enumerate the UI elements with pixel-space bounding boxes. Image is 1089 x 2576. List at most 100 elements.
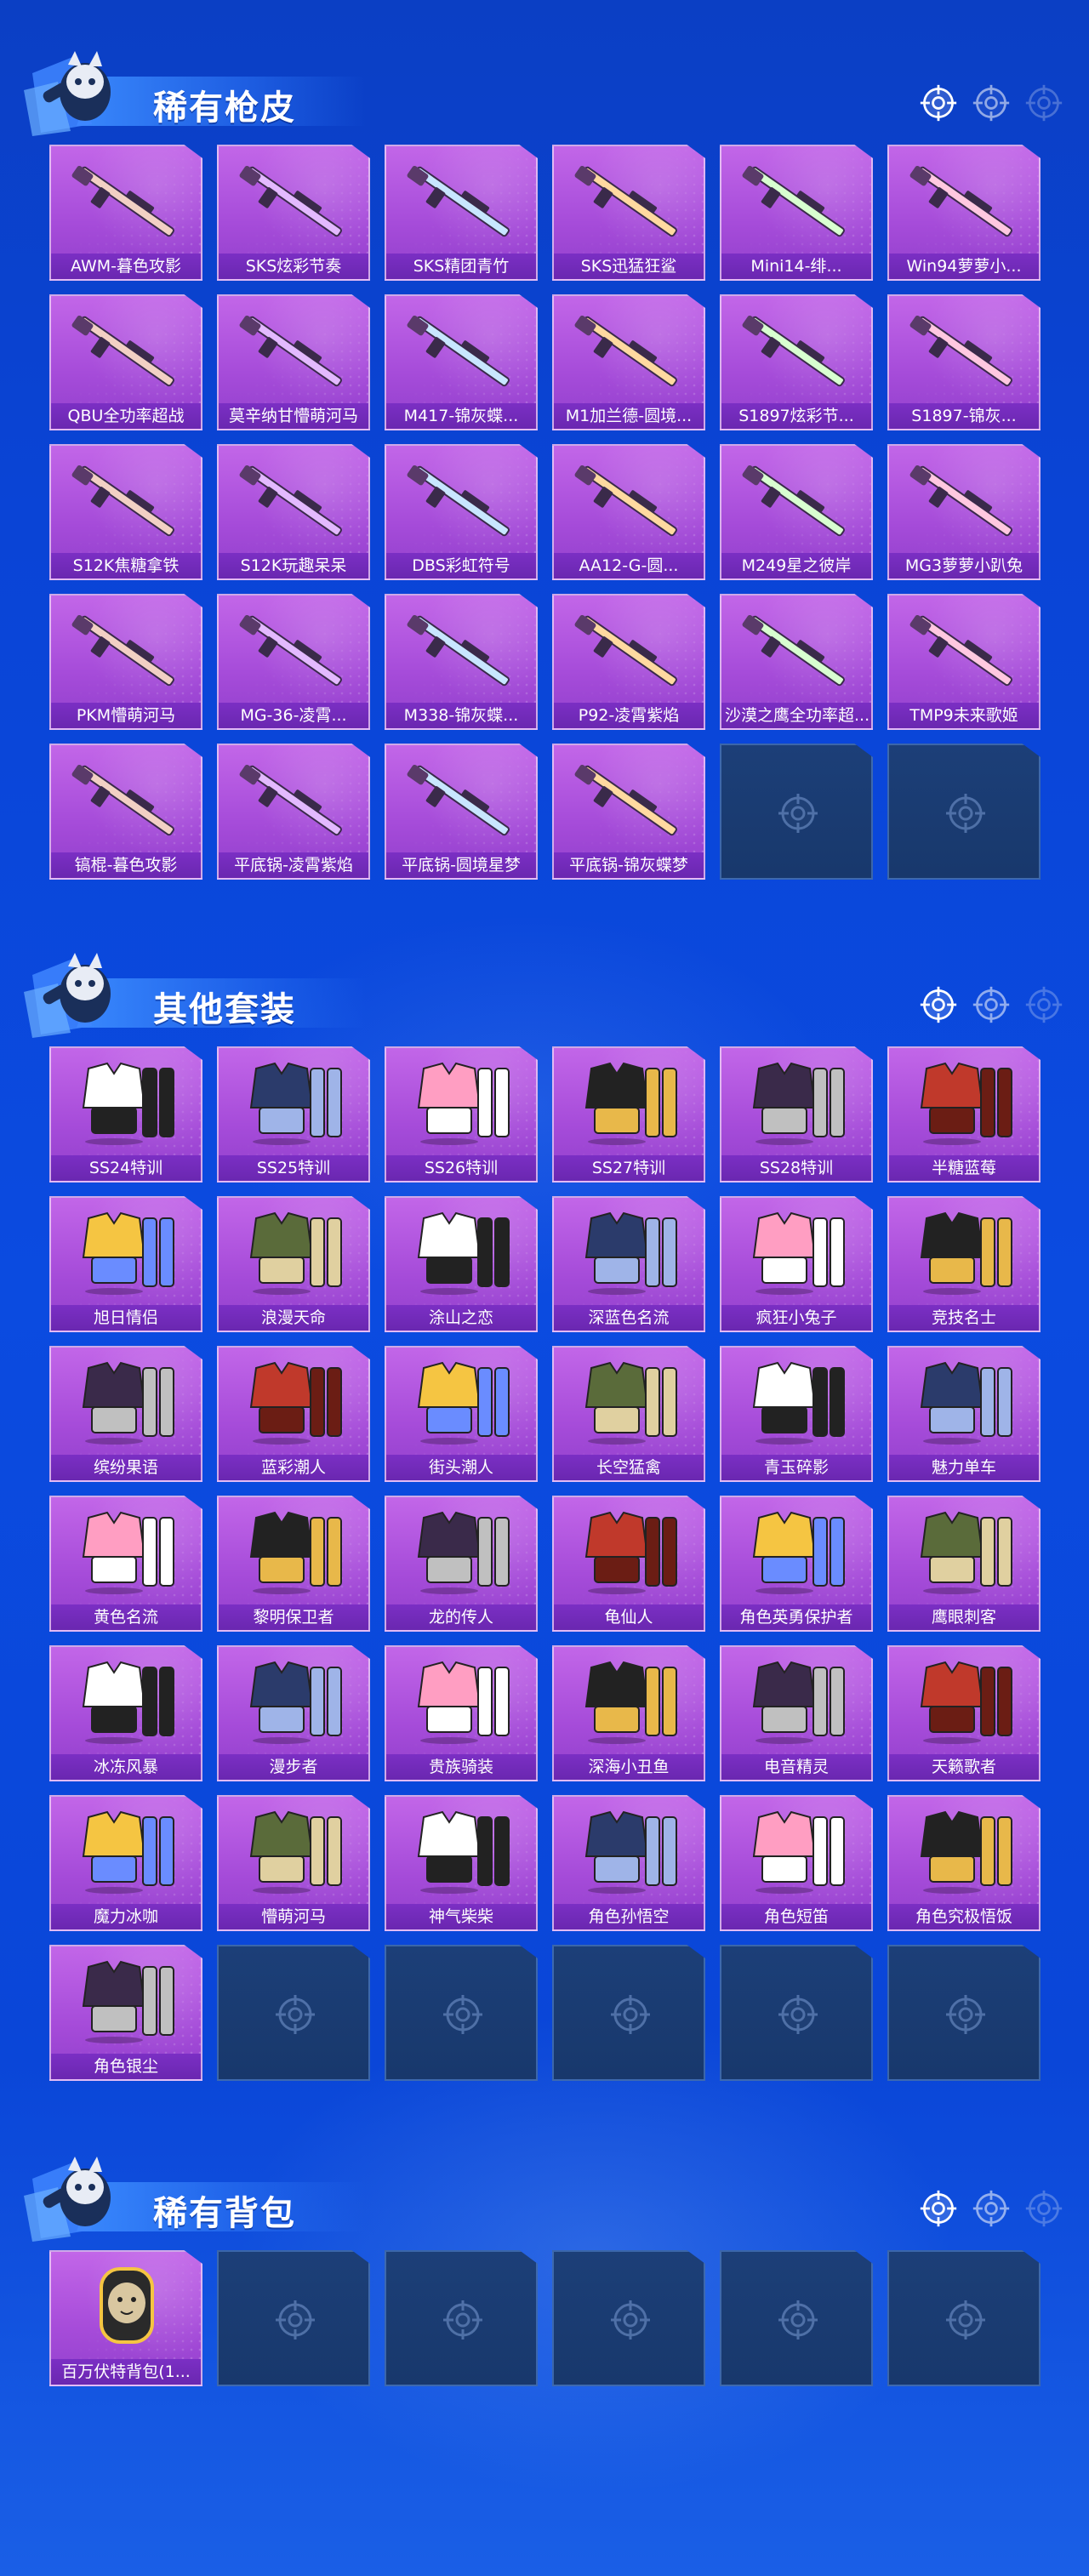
item-tile[interactable]: 贵族骑装 <box>385 1645 538 1781</box>
item-tile[interactable]: 黄色名流 <box>49 1496 202 1632</box>
item-tile[interactable]: SKS炫彩节奏 <box>217 145 370 281</box>
weapon-skin-image <box>63 454 191 548</box>
item-label: 深蓝色名流 <box>554 1305 704 1331</box>
crosshair-icon <box>919 985 958 1024</box>
item-tile[interactable]: 黎明保卫者 <box>217 1496 370 1632</box>
outfit-image <box>566 1057 693 1150</box>
item-tile[interactable]: P92-凌霄紫焰 <box>552 594 705 730</box>
item-tile[interactable]: 平底锅-圆境星梦 <box>385 744 538 880</box>
item-tile[interactable]: 龟仙人 <box>552 1496 705 1632</box>
item-tile[interactable]: 角色短笛 <box>720 1795 873 1931</box>
item-tile[interactable]: 半糖蓝莓 <box>887 1046 1041 1183</box>
item-tile[interactable]: SS27特训 <box>552 1046 705 1183</box>
item-tile[interactable]: 漫步者 <box>217 1645 370 1781</box>
item-tile[interactable]: TMP9未来歌姬 <box>887 594 1041 730</box>
item-tile[interactable]: Mini14-绯... <box>720 145 873 281</box>
item-tile[interactable]: S12K焦糖拿铁 <box>49 444 202 580</box>
item-tile[interactable]: 深海小丑鱼 <box>552 1645 705 1781</box>
item-tile[interactable]: 角色英勇保护者 <box>720 1496 873 1632</box>
item-label: 深海小丑鱼 <box>554 1754 704 1780</box>
item-tile[interactable]: M249星之彼岸 <box>720 444 873 580</box>
item-tile[interactable]: 竞技名士 <box>887 1196 1041 1332</box>
item-tile[interactable]: 长空猛禽 <box>552 1346 705 1482</box>
item-tile[interactable]: 神气柴柴 <box>385 1795 538 1931</box>
item-tile[interactable]: 平底锅-锦灰蝶梦 <box>552 744 705 880</box>
item-tile[interactable]: 魔力冰咖 <box>49 1795 202 1931</box>
item-tile[interactable]: 镐棍-暮色攻影 <box>49 744 202 880</box>
item-tile[interactable]: SKS精团青竹 <box>385 145 538 281</box>
item-tile[interactable]: 涂山之恋 <box>385 1196 538 1332</box>
item-tile[interactable]: 懵萌河马 <box>217 1795 370 1931</box>
item-tile[interactable]: MG3萝萝小趴兔 <box>887 444 1041 580</box>
item-tile[interactable]: M417-锦灰蝶... <box>385 294 538 430</box>
item-label: MG3萝萝小趴兔 <box>889 553 1039 578</box>
item-tile[interactable]: Win94萝萝小... <box>887 145 1041 281</box>
item-tile[interactable]: SKS迅猛狂鲨 <box>552 145 705 281</box>
outfit-image <box>566 1805 693 1899</box>
item-label: 沙漠之鹰全功率超... <box>721 703 871 728</box>
item-tile[interactable]: 浪漫天命 <box>217 1196 370 1332</box>
item-label: SS28特训 <box>721 1155 871 1181</box>
item-tile[interactable]: MG-36-凌霄... <box>217 594 370 730</box>
mascot-icon <box>24 2153 151 2245</box>
item-tile[interactable]: S12K玩趣呆呆 <box>217 444 370 580</box>
item-tile[interactable]: 角色孙悟空 <box>552 1795 705 1931</box>
outfit-image <box>566 1656 693 1749</box>
item-label: M1加兰德-圆境... <box>554 403 704 429</box>
section-header: 稀有背包 <box>0 2148 1089 2250</box>
item-tile[interactable]: 冰冻风暴 <box>49 1645 202 1781</box>
item-tile[interactable]: 电音精灵 <box>720 1645 873 1781</box>
item-label: 莫辛纳甘懵萌河马 <box>219 403 368 429</box>
item-tile[interactable]: SS25特训 <box>217 1046 370 1183</box>
item-tile[interactable]: M338-锦灰蝶... <box>385 594 538 730</box>
item-tile[interactable]: 百万伏特背包(1... <box>49 2250 202 2386</box>
item-label: SKS炫彩节奏 <box>219 254 368 279</box>
item-tile[interactable]: S1897-锦灰... <box>887 294 1041 430</box>
weapon-skin-image <box>398 454 526 548</box>
item-tile[interactable]: QBU全功率超战 <box>49 294 202 430</box>
outfit-image <box>733 1356 861 1450</box>
item-label: 贵族骑装 <box>386 1754 536 1780</box>
item-tile[interactable]: SS28特训 <box>720 1046 873 1183</box>
item-tile[interactable]: SS26特训 <box>385 1046 538 1183</box>
crosshair-icon <box>777 792 819 835</box>
item-label: 角色银尘 <box>51 2054 201 2079</box>
item-tile[interactable]: SS24特训 <box>49 1046 202 1183</box>
item-tile[interactable]: 角色银尘 <box>49 1945 202 2081</box>
crosshair-icon <box>944 1993 987 2036</box>
item-tile[interactable]: 街头潮人 <box>385 1346 538 1482</box>
item-tile[interactable]: 鹰眼刺客 <box>887 1496 1041 1632</box>
item-tile[interactable]: PKM懵萌河马 <box>49 594 202 730</box>
item-tile[interactable]: 疯狂小兔子 <box>720 1196 873 1332</box>
item-label: Mini14-绯... <box>721 254 871 279</box>
item-tile[interactable]: 沙漠之鹰全功率超... <box>720 594 873 730</box>
item-tile[interactable]: 蓝彩潮人 <box>217 1346 370 1482</box>
item-tile[interactable]: 深蓝色名流 <box>552 1196 705 1332</box>
item-label: 缤纷果语 <box>51 1455 201 1480</box>
crosshair-icon <box>1024 985 1063 1024</box>
item-tile[interactable]: 旭日情侣 <box>49 1196 202 1332</box>
crosshair-icon <box>274 1993 316 2036</box>
crosshair-icon <box>777 2299 819 2341</box>
weapon-skin-image <box>63 155 191 248</box>
item-tile[interactable]: DBS彩虹符号 <box>385 444 538 580</box>
item-label: QBU全功率超战 <box>51 403 201 429</box>
item-tile[interactable]: S1897炫彩节... <box>720 294 873 430</box>
item-tile[interactable]: 天籁歌者 <box>887 1645 1041 1781</box>
item-tile[interactable]: 龙的传人 <box>385 1496 538 1632</box>
item-tile[interactable]: AWM-暮色攻影 <box>49 145 202 281</box>
item-tile[interactable]: 莫辛纳甘懵萌河马 <box>217 294 370 430</box>
item-tile[interactable]: 魅力单车 <box>887 1346 1041 1482</box>
empty-slot <box>385 2250 538 2386</box>
item-tile[interactable]: AA12-G-圆... <box>552 444 705 580</box>
item-tile[interactable]: 平底锅-凌霄紫焰 <box>217 744 370 880</box>
outfit-image <box>231 1206 358 1300</box>
weapon-skin-image <box>566 155 693 248</box>
item-tile[interactable]: 青玉碎影 <box>720 1346 873 1482</box>
item-label: 疯狂小兔子 <box>721 1305 871 1331</box>
crosshair-icon <box>274 2299 316 2341</box>
outfit-image <box>231 1057 358 1150</box>
item-tile[interactable]: M1加兰德-圆境... <box>552 294 705 430</box>
item-tile[interactable]: 缤纷果语 <box>49 1346 202 1482</box>
item-tile[interactable]: 角色究极悟饭 <box>887 1795 1041 1931</box>
